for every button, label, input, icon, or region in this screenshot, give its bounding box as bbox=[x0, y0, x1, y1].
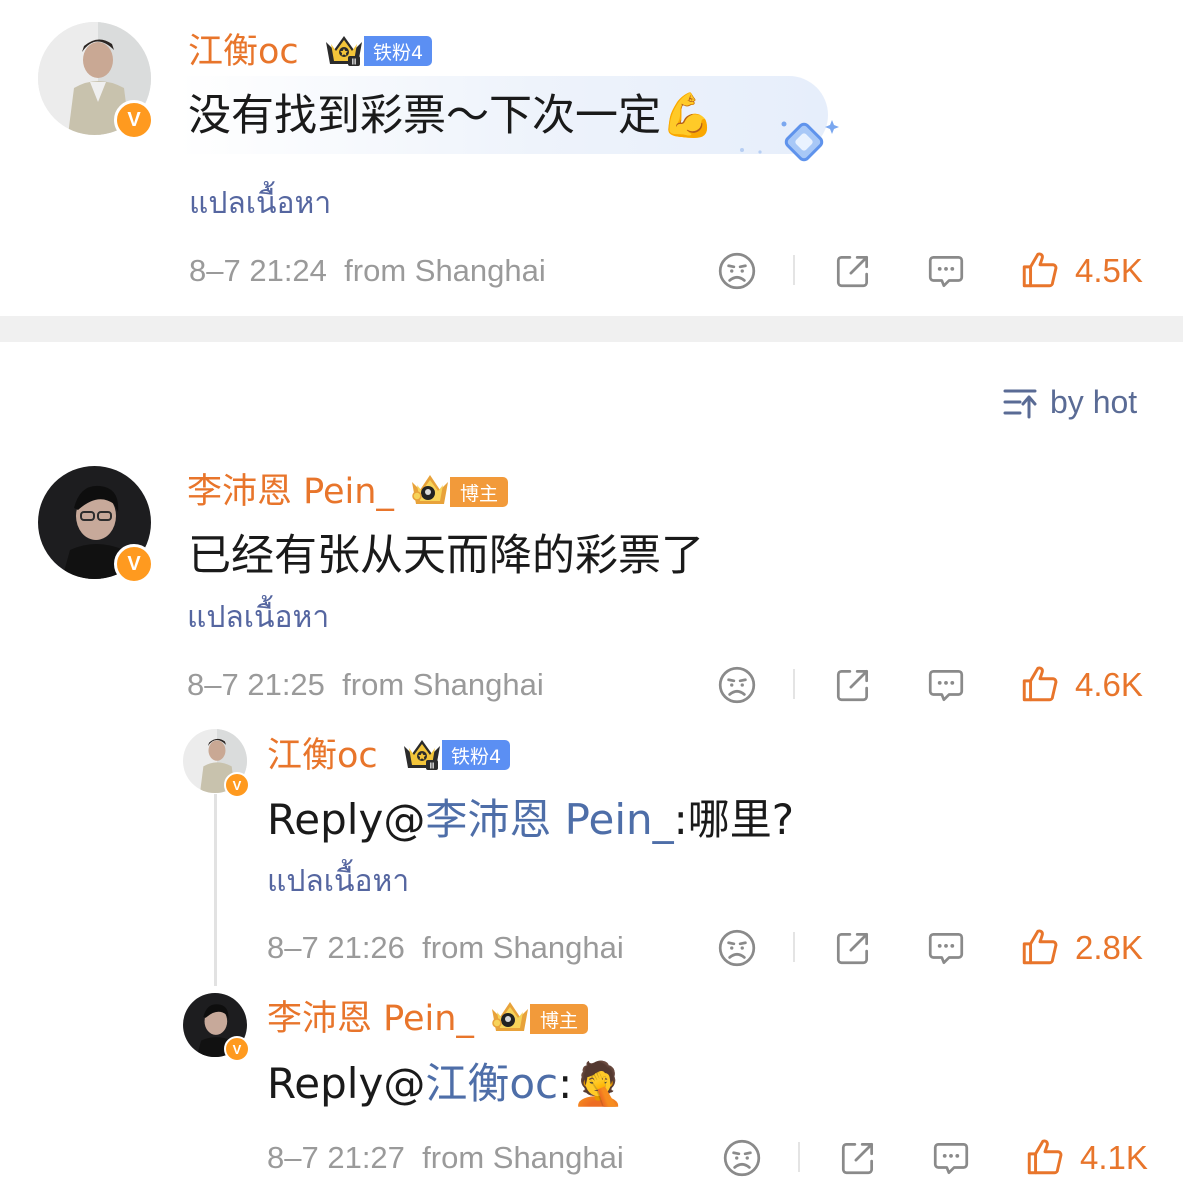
verified-v-icon: V bbox=[114, 100, 154, 140]
comment-icon[interactable] bbox=[930, 1137, 972, 1179]
timestamp: 8–7 21:26 bbox=[267, 930, 405, 965]
comment-icon[interactable] bbox=[925, 664, 967, 706]
sort-by-hot-button[interactable]: by hot bbox=[1002, 382, 1137, 422]
comment-meta: 8–7 21:26 from Shanghai bbox=[267, 929, 624, 967]
verified-v-icon: V bbox=[224, 1036, 250, 1062]
reply-prefix: Reply@ bbox=[267, 1059, 426, 1108]
like-count: 2.8K bbox=[1075, 929, 1143, 966]
divider bbox=[793, 669, 795, 699]
username[interactable]: 江衡oc bbox=[188, 30, 299, 74]
comment-text: 没有找到彩票～下次一定💪 bbox=[188, 91, 715, 141]
crown-icon bbox=[322, 32, 366, 68]
mention-link[interactable]: 李沛恩 Pein_ bbox=[425, 795, 673, 844]
thumbs-up-icon[interactable] bbox=[1024, 1136, 1066, 1178]
timestamp: 8–7 21:27 bbox=[267, 1140, 405, 1175]
comment-text: 已经有张从天而降的彩票了 bbox=[188, 531, 704, 581]
comment-icon[interactable] bbox=[925, 250, 967, 292]
translate-link[interactable]: แปลเนื้อหา bbox=[189, 184, 331, 224]
location: from Shanghai bbox=[342, 667, 544, 702]
like-count: 4.6K bbox=[1075, 666, 1143, 703]
comment-meta: 8–7 21:25 from Shanghai bbox=[187, 666, 544, 704]
fan-badge: 铁粉4 bbox=[364, 36, 432, 66]
share-icon[interactable] bbox=[832, 250, 874, 292]
comment-icon[interactable] bbox=[925, 927, 967, 969]
username[interactable]: 江衡oc bbox=[267, 734, 378, 778]
verified-v-icon: V bbox=[114, 544, 154, 584]
crown-icon bbox=[488, 999, 532, 1035]
translate-link[interactable]: แปลเนื้อหา bbox=[267, 862, 409, 902]
share-icon[interactable] bbox=[832, 927, 874, 969]
divider bbox=[798, 1142, 800, 1172]
comment-meta: 8–7 21:27 from Shanghai bbox=[267, 1139, 624, 1177]
diamond-decoration-icon bbox=[740, 120, 839, 162]
sort-icon bbox=[1003, 389, 1037, 419]
translate-link[interactable]: แปลเนื้อหา bbox=[187, 598, 329, 638]
reply-body: :哪里? bbox=[673, 795, 795, 844]
thumbs-up-icon[interactable] bbox=[1019, 663, 1061, 705]
like-count: 4.1K bbox=[1080, 1139, 1148, 1176]
fan-badge: 博主 bbox=[530, 1004, 588, 1034]
thumbs-up-icon[interactable] bbox=[1019, 926, 1061, 968]
username[interactable]: 李沛恩 Pein_ bbox=[267, 997, 474, 1041]
thread-line bbox=[214, 794, 217, 986]
fan-badge: 博主 bbox=[450, 477, 508, 507]
reply-prefix: Reply@ bbox=[267, 795, 426, 844]
comment-meta: 8–7 21:24 from Shanghai bbox=[189, 252, 546, 290]
sad-face-icon[interactable] bbox=[716, 664, 758, 706]
section-divider bbox=[0, 316, 1183, 342]
divider bbox=[793, 255, 795, 285]
timestamp: 8–7 21:24 bbox=[189, 253, 327, 288]
sad-face-icon[interactable] bbox=[716, 927, 758, 969]
location: from Shanghai bbox=[422, 1140, 624, 1175]
reply-text: Reply@李沛恩 Pein_:哪里? bbox=[267, 792, 794, 848]
like-count: 4.5K bbox=[1075, 252, 1143, 289]
crown-icon bbox=[400, 736, 444, 772]
location: from Shanghai bbox=[344, 253, 546, 288]
mention-link[interactable]: 江衡oc bbox=[425, 1059, 558, 1108]
fan-badge: 铁粉4 bbox=[442, 740, 510, 770]
reply-body: :🤦 bbox=[558, 1059, 625, 1108]
divider bbox=[793, 932, 795, 962]
timestamp: 8–7 21:25 bbox=[187, 667, 325, 702]
verified-v-icon: V bbox=[224, 772, 250, 798]
sort-label: by hot bbox=[1050, 384, 1138, 420]
reply-text: Reply@江衡oc:🤦 bbox=[267, 1056, 625, 1112]
crown-icon bbox=[408, 472, 452, 508]
username[interactable]: 李沛恩 Pein_ bbox=[187, 470, 394, 514]
share-icon[interactable] bbox=[832, 664, 874, 706]
thumbs-up-icon[interactable] bbox=[1019, 249, 1061, 291]
location: from Shanghai bbox=[422, 930, 624, 965]
sad-face-icon[interactable] bbox=[716, 250, 758, 292]
sad-face-icon[interactable] bbox=[721, 1137, 763, 1179]
share-icon[interactable] bbox=[837, 1137, 879, 1179]
